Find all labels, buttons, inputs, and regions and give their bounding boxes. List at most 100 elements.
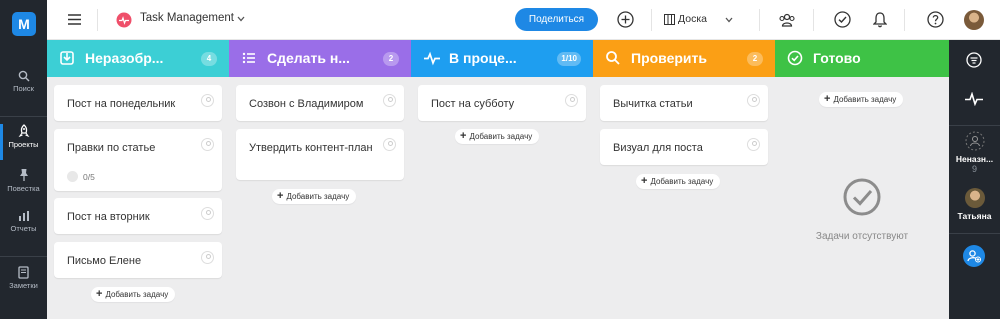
column-title: Проверить bbox=[631, 50, 707, 66]
pin-icon bbox=[19, 169, 28, 181]
checklist-count: 0/5 bbox=[83, 171, 95, 182]
add-task-button[interactable]: + Добавить задачу bbox=[91, 287, 176, 302]
sidebar-item-notes[interactable]: Заметки bbox=[0, 266, 47, 302]
column-review: Проверить 2 Вычитка статьи Визуал для по… bbox=[593, 40, 775, 319]
plus-icon: + bbox=[96, 288, 103, 300]
add-task-label: Добавить задачу bbox=[286, 192, 350, 201]
column-title: Готово bbox=[813, 50, 861, 66]
panel-divider bbox=[949, 125, 1000, 126]
activity-icon[interactable] bbox=[964, 92, 984, 106]
task-card[interactable]: Правки по статье 0/5 bbox=[54, 129, 222, 191]
avatar bbox=[964, 188, 985, 208]
column-header[interactable]: В проце... 1/10 bbox=[411, 40, 593, 77]
task-card[interactable]: Письмо Елене bbox=[54, 242, 222, 278]
add-task-button[interactable]: + Добавить задачу bbox=[272, 189, 357, 204]
add-task-button[interactable]: + Добавить задачу bbox=[819, 92, 904, 107]
top-bar: Task Management Поделиться Доска bbox=[47, 0, 1000, 40]
task-card-title: Пост на понедельник bbox=[67, 98, 176, 110]
column-header[interactable]: Неразобр... 4 bbox=[47, 40, 229, 77]
assignee-icon[interactable] bbox=[201, 138, 214, 151]
sidebar-item-agenda[interactable]: Повестка bbox=[0, 168, 47, 204]
task-card-title: Письмо Елене bbox=[67, 255, 142, 267]
team-icon[interactable] bbox=[778, 12, 796, 28]
filter-icon[interactable] bbox=[966, 52, 982, 68]
plus-icon: + bbox=[277, 190, 284, 202]
task-card[interactable]: Созвон с Владимиром bbox=[236, 85, 404, 121]
app-logo[interactable]: M bbox=[12, 12, 36, 36]
check-circle-icon[interactable] bbox=[834, 11, 851, 28]
column-header[interactable]: Сделать н... 2 bbox=[229, 40, 411, 77]
add-task-label: Добавить задачу bbox=[469, 132, 533, 141]
column-count-badge: 4 bbox=[201, 52, 217, 66]
toolbar-divider bbox=[813, 9, 814, 31]
member-name: Неназн... bbox=[955, 154, 994, 164]
empty-state: Задачи отсутствуют bbox=[775, 178, 949, 242]
column-todo: Сделать н... 2 Созвон с Владимиром Утвер… bbox=[229, 40, 411, 319]
add-task-button[interactable]: + Добавить задачу bbox=[455, 129, 540, 144]
inbox-icon bbox=[60, 51, 74, 65]
chevron-down-icon[interactable] bbox=[237, 16, 245, 22]
sidebar-item-search[interactable]: Поиск bbox=[0, 70, 47, 106]
add-task-button[interactable]: + Добавить задачу bbox=[636, 174, 721, 189]
column-title: В проце... bbox=[449, 50, 517, 66]
assignee-icon[interactable] bbox=[201, 207, 214, 220]
add-task-label: Добавить задачу bbox=[650, 177, 714, 186]
help-icon[interactable] bbox=[927, 11, 944, 28]
task-card[interactable]: Утвердить контент-план bbox=[236, 129, 404, 180]
assignee-icon[interactable] bbox=[747, 138, 760, 151]
plus-icon: + bbox=[460, 130, 467, 142]
column-title: Неразобр... bbox=[85, 50, 164, 66]
pulse-icon bbox=[424, 51, 440, 66]
menu-icon[interactable] bbox=[68, 14, 81, 25]
assignee-icon[interactable] bbox=[201, 251, 214, 264]
view-select[interactable]: Доска bbox=[678, 13, 707, 25]
sidebar-item-reports[interactable]: Отчеты bbox=[0, 210, 47, 246]
assignee-icon[interactable] bbox=[565, 94, 578, 107]
sidebar-item-label: Поиск bbox=[13, 84, 34, 93]
task-card-title: Визуал для поста bbox=[613, 142, 703, 154]
column-title: Сделать н... bbox=[267, 50, 350, 66]
task-card-title: Созвон с Владимиром bbox=[249, 98, 364, 110]
sidebar-item-label: Заметки bbox=[9, 281, 38, 290]
plus-icon: + bbox=[824, 93, 831, 105]
right-panel: Неназн... 9 Татьяна bbox=[949, 40, 1000, 319]
search-icon bbox=[606, 51, 620, 65]
share-button[interactable]: Поделиться bbox=[515, 8, 598, 31]
task-card[interactable]: Визуал для поста bbox=[600, 129, 768, 165]
sidebar-item-label: Повестка bbox=[7, 184, 40, 193]
assignee-icon[interactable] bbox=[383, 138, 396, 151]
add-user-icon[interactable] bbox=[962, 244, 986, 268]
task-card-title: Утвердить контент-план bbox=[249, 142, 373, 154]
check-circle-icon bbox=[787, 50, 803, 66]
rocket-icon bbox=[18, 124, 29, 138]
member-unassigned[interactable]: Неназн... 9 bbox=[949, 131, 1000, 174]
sidebar-item-projects[interactable]: Проекты bbox=[0, 124, 47, 160]
task-card[interactable]: Вычитка статьи bbox=[600, 85, 768, 121]
member-task-count: 9 bbox=[971, 164, 977, 174]
board-icon bbox=[664, 14, 675, 25]
kanban-board: Неразобр... 4 Пост на понедельник Правки… bbox=[47, 40, 949, 319]
project-title[interactable]: Task Management bbox=[140, 12, 234, 24]
add-icon[interactable] bbox=[617, 11, 634, 28]
column-header[interactable]: Готово bbox=[775, 40, 949, 77]
chevron-down-icon[interactable] bbox=[725, 17, 733, 23]
bell-icon[interactable] bbox=[873, 11, 887, 28]
assignee-icon[interactable] bbox=[383, 94, 396, 107]
member-name: Татьяна bbox=[957, 211, 992, 221]
task-card[interactable]: Пост на понедельник bbox=[54, 85, 222, 121]
task-card[interactable]: Пост на вторник bbox=[54, 198, 222, 234]
heartbeat-icon bbox=[116, 12, 132, 28]
assignee-icon[interactable] bbox=[201, 94, 214, 107]
assignee-icon[interactable] bbox=[747, 94, 760, 107]
task-card[interactable]: Пост на субботу bbox=[418, 85, 586, 121]
notes-icon bbox=[18, 266, 29, 279]
add-task-label: Добавить задачу bbox=[105, 290, 169, 299]
user-avatar[interactable] bbox=[964, 10, 984, 30]
checklist-progress: 0/5 bbox=[67, 171, 95, 182]
task-card-title: Вычитка статьи bbox=[613, 98, 693, 110]
column-header[interactable]: Проверить 2 bbox=[593, 40, 775, 77]
sidebar-divider bbox=[0, 256, 47, 257]
member-tatyana[interactable]: Татьяна bbox=[949, 188, 1000, 221]
list-icon bbox=[242, 52, 255, 64]
column-count-badge: 2 bbox=[383, 52, 399, 66]
